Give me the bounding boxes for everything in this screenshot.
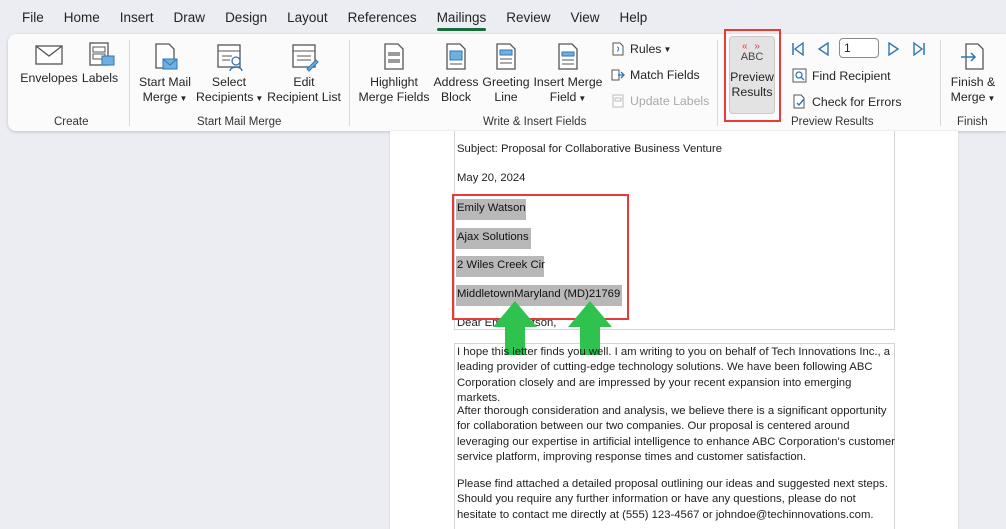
tab-draw[interactable]: Draw: [164, 0, 216, 34]
edit-list-icon: [292, 44, 319, 72]
envelopes-button[interactable]: Envelopes: [20, 42, 78, 86]
recipients-icon: [217, 44, 243, 72]
group-write-insert-label: Write & Insert Fields: [483, 116, 587, 128]
tab-references[interactable]: References: [338, 0, 427, 34]
body-paragraph[interactable]: After thorough consideration and analysi…: [457, 404, 897, 465]
match-fields-icon: [611, 69, 625, 81]
envelopes-label: Envelopes: [20, 71, 78, 85]
tab-home[interactable]: Home: [54, 0, 110, 34]
preview-results-label: Preview Results: [730, 70, 774, 99]
envelope-icon: [35, 45, 63, 65]
abc-label: ABC: [740, 51, 764, 63]
check-errors-icon: [793, 94, 805, 109]
previous-record-icon[interactable]: [815, 41, 831, 57]
finish-merge-button[interactable]: Finish & Merge ▼: [944, 42, 1002, 106]
address-block-button[interactable]: Address Block: [432, 42, 480, 105]
group-finish-label: Finish: [957, 116, 988, 128]
subject-line[interactable]: Subject: Proposal for Collaborative Busi…: [457, 143, 722, 155]
match-fields-label: Match Fields: [630, 68, 700, 82]
edit-recipient-list-button[interactable]: Edit Recipient List: [266, 42, 342, 105]
select-recipients-button[interactable]: Select Recipients ▼: [196, 42, 264, 106]
greeting-line-icon: [496, 43, 516, 70]
rules-button[interactable]: Rules ▼: [611, 42, 671, 56]
highlight-merge-fields-label: Highlight Merge Fields: [358, 75, 430, 104]
check-errors-button[interactable]: Check for Errors: [792, 94, 902, 109]
first-record-icon[interactable]: [790, 41, 806, 57]
address-block-label: Address Block: [433, 75, 479, 104]
group-create-label: Create: [54, 116, 89, 128]
tab-file[interactable]: File: [12, 0, 54, 34]
document-envelope-icon: [155, 43, 178, 70]
tab-mailings[interactable]: Mailings: [427, 0, 497, 34]
edit-recipient-list-label: Edit Recipient List: [267, 75, 341, 104]
update-labels-icon: [612, 94, 624, 108]
menu-bar: File Home Insert Draw Design Layout Refe…: [0, 0, 1006, 34]
find-recipient-label: Find Recipient: [812, 68, 891, 83]
abc-chevrons-icon: « »: [742, 41, 762, 52]
update-labels-label: Update Labels: [630, 94, 710, 108]
highlight-icon: [384, 43, 404, 70]
body-paragraph[interactable]: I hope this letter finds you well. I am …: [457, 345, 897, 406]
separator: [940, 40, 941, 126]
labels-icon: [89, 42, 115, 66]
address-block-icon: [446, 43, 466, 70]
insert-merge-field-label: Insert Merge Field ▼: [533, 75, 603, 104]
insert-merge-field-button[interactable]: Insert Merge Field ▼: [532, 42, 604, 106]
start-mail-merge-label: Start Mail Merge ▼: [139, 75, 191, 104]
letter-date[interactable]: May 20, 2024: [457, 172, 525, 184]
group-preview-results-label: Preview Results: [791, 116, 874, 128]
preview-results-button[interactable]: « » ABC Preview Results: [727, 42, 777, 100]
greeting-line-button[interactable]: Greeting Line: [482, 42, 530, 105]
finish-merge-icon: [961, 43, 984, 70]
labels-label: Labels: [81, 71, 119, 85]
check-errors-label: Check for Errors: [812, 94, 902, 109]
labels-button[interactable]: Labels: [80, 42, 120, 86]
find-recipient-button[interactable]: Find Recipient: [792, 68, 891, 83]
separator: [129, 40, 130, 126]
tab-review[interactable]: Review: [496, 0, 560, 34]
body-paragraph[interactable]: Please find attached a detailed proposal…: [457, 477, 897, 523]
group-start-mail-merge-label: Start Mail Merge: [197, 116, 282, 128]
tab-layout[interactable]: Layout: [277, 0, 338, 34]
tab-insert[interactable]: Insert: [110, 0, 164, 34]
highlight-merge-fields-button[interactable]: Highlight Merge Fields: [358, 42, 430, 105]
separator: [349, 40, 350, 126]
find-recipient-icon: [792, 68, 807, 83]
finish-merge-label: Finish & Merge ▼: [950, 75, 996, 104]
select-recipients-label: Select Recipients ▼: [196, 75, 264, 104]
rules-label: Rules: [630, 42, 662, 56]
greeting-line-label: Greeting Line: [482, 75, 530, 104]
next-record-icon[interactable]: [886, 41, 902, 57]
tab-help[interactable]: Help: [610, 0, 658, 34]
start-mail-merge-button[interactable]: Start Mail Merge ▼: [136, 42, 194, 106]
tab-design[interactable]: Design: [215, 0, 277, 34]
update-labels-button[interactable]: Update Labels: [611, 94, 709, 108]
separator: [717, 40, 718, 126]
match-fields-button[interactable]: Match Fields: [611, 68, 700, 82]
rules-icon: [612, 42, 624, 56]
record-number-input[interactable]: 1: [839, 38, 879, 58]
insert-field-icon: [558, 43, 578, 70]
last-record-icon[interactable]: [911, 41, 927, 57]
tab-view[interactable]: View: [560, 0, 609, 34]
